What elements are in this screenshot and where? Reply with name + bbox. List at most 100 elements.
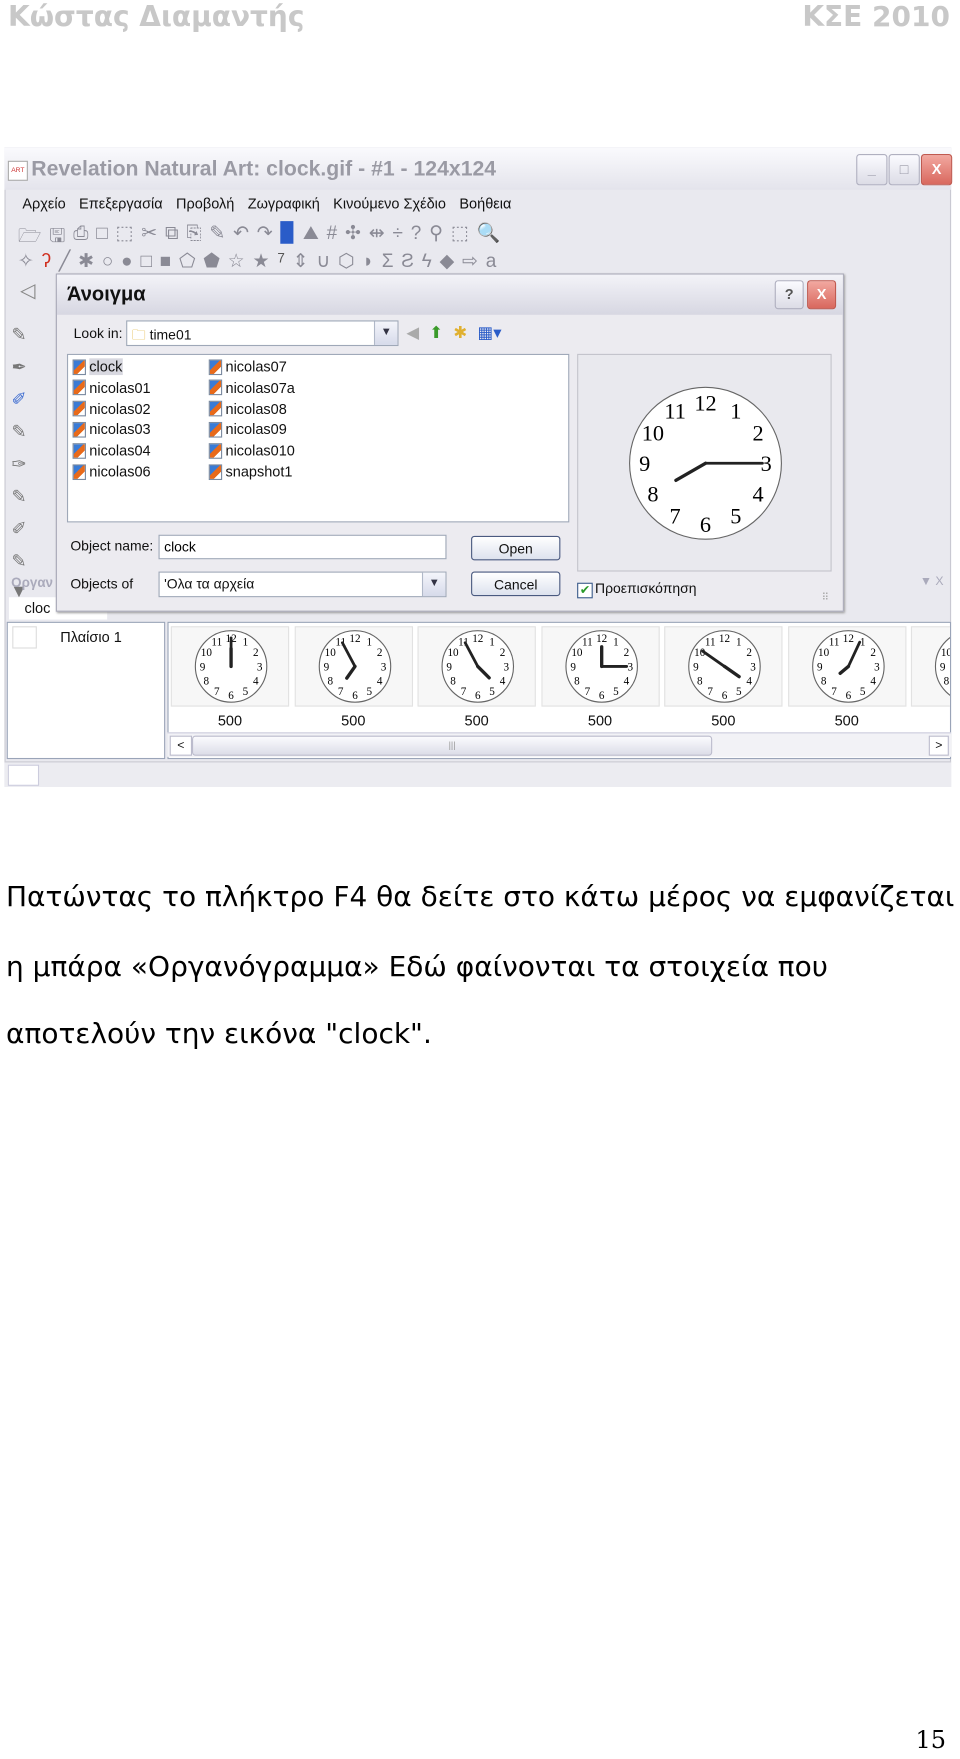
clock-numeral: 12 [719,633,730,645]
clock-numeral: 8 [647,481,658,506]
brush-blue-icon[interactable]: ✐ [11,388,26,410]
file-item[interactable]: nicolas08 [208,400,287,418]
chalk-icon[interactable]: ✎ [11,486,26,508]
filled-star-icon[interactable]: ★ [252,250,269,272]
clock-numeral: 12 [694,390,716,415]
status-field [7,764,40,786]
sparkle-icon[interactable]: ✧ [18,250,34,272]
fill-icon[interactable]: ◆ [440,250,455,272]
menu-item[interactable]: Προβολή [176,195,234,212]
menu-item[interactable]: Επεξεργασία [79,195,163,212]
folder-icon: 🗀 [131,327,146,343]
chevron-down-icon[interactable]: ▼ [373,321,398,345]
file-item[interactable]: clock [72,358,123,376]
star-icon[interactable]: ☆ [228,250,245,272]
new-folder-icon[interactable]: ✱ [453,323,467,343]
up-folder-icon[interactable]: ⬆ [429,323,443,343]
ellipse-icon[interactable]: ○ [102,250,113,272]
frame-thumbnail[interactable]: 123456789101112 [540,626,660,707]
export-icon[interactable]: ⇨ [462,250,478,272]
sigma-outline-icon[interactable]: Ƨ [401,250,414,272]
polygon-icon[interactable]: ⬠ [179,250,196,272]
scroll-right-button[interactable]: > [928,735,949,756]
file-name: nicolas09 [225,421,287,439]
frame-thumbnail[interactable]: 123456789101112 [910,626,950,707]
cancel-button[interactable]: Cancel [471,571,561,597]
close-button[interactable]: X [920,154,953,186]
back-icon[interactable]: ◀ [406,323,419,343]
menu-item[interactable]: Ζωγραφική [248,195,320,212]
pencil-icon[interactable]: ✎ [11,324,26,346]
marker-icon[interactable]: ✒ [11,356,26,378]
file-item[interactable]: nicolas07 [208,358,287,376]
frame-clock-image: 123456789101112 [564,630,638,703]
filled-ellipse-icon[interactable]: ● [121,250,132,272]
freehand-icon[interactable]: ʔ [42,250,51,272]
curve-icon[interactable]: ∪ [316,250,330,272]
eraser-icon[interactable]: ✐ [11,518,26,540]
frame-delay-label: 500 [587,712,613,729]
clock-numeral: 4 [376,676,382,688]
brush-icon[interactable]: ✎ [11,421,26,443]
clock-numeral: 2 [376,647,382,659]
scroll-left-icon[interactable]: ◁ [20,279,35,302]
resize-grip-icon[interactable]: ⠿ [822,592,829,604]
file-item[interactable]: nicolas02 [72,400,151,417]
frame-thumbnail[interactable]: 123456789101112 [170,626,290,707]
file-item[interactable]: nicolas010 [208,442,295,459]
file-item[interactable]: nicolas03 [72,421,151,438]
file-item[interactable]: nicolas01 [72,379,151,396]
objects-of-combo[interactable]: 'Ολα τα αρχεία ▼ [158,571,447,598]
file-item[interactable]: nicolas04 [72,442,151,459]
panel-controls[interactable]: ▼ X [920,575,944,588]
rectangle-icon[interactable]: □ [140,250,151,272]
filled-polygon-icon[interactable]: ⬟ [203,250,220,272]
look-in-combo[interactable]: 🗀 time01 ▼ [126,320,399,347]
text-icon[interactable]: a [486,250,497,272]
filled-bezier-icon[interactable]: ◗ [362,250,373,272]
horizontal-scrollbar[interactable]: < ||| > [167,732,952,757]
file-item[interactable]: nicolas07a [208,379,295,396]
scroll-left-button[interactable]: < [169,735,193,756]
file-name: nicolas08 [225,400,287,418]
sigma-icon[interactable]: Σ [382,250,394,272]
smudge-icon[interactable]: ✎ [11,550,26,572]
preview-checkbox[interactable]: ✔ [577,582,593,599]
minimize-button[interactable]: _ [856,154,888,186]
frame-thumbnail[interactable]: 123456789101112 [294,626,413,707]
filled-sigma-icon[interactable]: ϟ [422,250,432,272]
bezier-icon[interactable]: ⬡ [338,250,355,272]
clock-numeral: 5 [243,686,249,698]
spray-icon[interactable]: ✱ [78,250,94,272]
clock-numeral: 9 [200,661,206,673]
objects-of-label: Objects of [70,576,134,592]
stepper-icon[interactable]: ⇕ [293,250,309,272]
menu-item[interactable]: Βοήθεια [459,195,511,212]
menu-item[interactable]: Αρχείο [22,195,65,212]
scroll-thumb[interactable]: ||| [192,735,713,756]
frame-thumbnail[interactable]: 123456789101112 [664,626,783,707]
filled-rectangle-icon[interactable]: ■ [160,250,171,272]
open-button[interactable]: Open [471,535,561,561]
airbrush-icon[interactable]: ✑ [11,453,26,475]
frame-clock-image: 123456789101112 [811,630,885,703]
clock-numeral: 1 [489,637,495,649]
menu-item[interactable]: Κινούμενο Σχέδιο [333,195,446,212]
dialog-close-button[interactable]: X [807,280,837,310]
help-button[interactable]: ? [774,280,804,310]
chevron-down-icon[interactable]: ▼ [421,572,446,597]
view-menu-icon[interactable]: ▦▾ [477,323,501,343]
file-item[interactable]: nicolas09 [208,421,287,439]
object-name-input[interactable] [158,534,447,560]
frame-thumbnail[interactable]: 123456789101112 [417,626,536,707]
file-item[interactable]: snapshot1 [208,463,292,480]
clock-numeral: 12 [472,633,483,645]
maximize-button[interactable]: □ [888,154,920,186]
frame-thumbnail[interactable]: 123456789101112 [787,626,906,707]
file-item[interactable]: nicolas06 [72,463,151,480]
clock-numeral: 7 [670,504,681,529]
dialog-titlebar [56,274,843,315]
file-name: nicolas07 [225,358,287,376]
line-icon[interactable]: ╱ [59,250,70,272]
frame-row-label[interactable]: Πλαίσιο 1 [60,628,122,645]
